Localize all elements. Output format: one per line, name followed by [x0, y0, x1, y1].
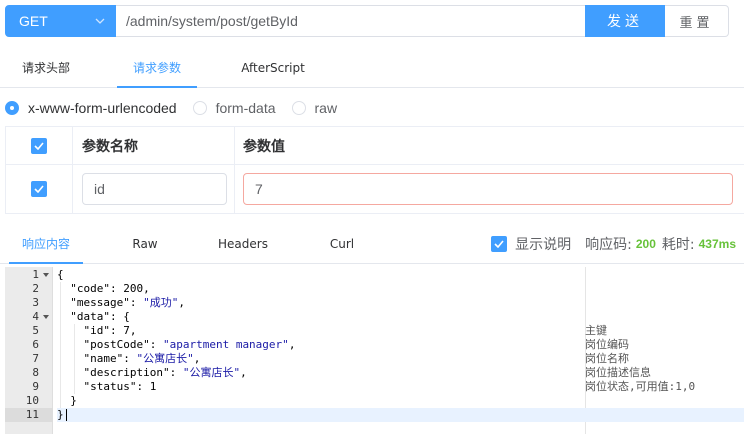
content-type-group: x-www-form-urlencoded form-data raw [5, 98, 353, 118]
params-table-header: 参数名称 参数值 [6, 127, 744, 165]
response-meta: 显示说明 响应码: 200 耗时: 437ms [491, 226, 742, 262]
tab-response-content[interactable]: 响应内容 [9, 226, 83, 264]
code-line: "name": "公寓店长", [57, 352, 201, 365]
tab-headers[interactable]: Headers [210, 226, 276, 264]
table-row: id 7 [6, 165, 744, 213]
radio-label: x-www-form-urlencoded [28, 100, 177, 116]
request-bar: GET /admin/system/post/getById 发送 重置 [5, 5, 729, 37]
gutter-line: 10 [25, 394, 39, 407]
row-checkbox-cell [6, 165, 73, 213]
url-input[interactable]: /admin/system/post/getById [116, 5, 585, 37]
reset-button[interactable]: 重置 [665, 5, 729, 37]
tab-afterscript[interactable]: AfterScript [233, 50, 313, 88]
url-value: /admin/system/post/getById [126, 13, 298, 29]
gutter-line: 1 [5, 268, 53, 282]
gutter-line: 3 [32, 296, 39, 309]
response-editor[interactable]: 1 2 3 4 5 6 7 8 9 10 11 { "code": 200, "… [5, 267, 744, 434]
tab-raw[interactable]: Raw [120, 226, 170, 264]
gutter-line: 8 [32, 366, 39, 379]
field-comment: 岗位编码 [585, 338, 629, 351]
param-value-input[interactable]: 7 [243, 173, 733, 205]
radio-form-data[interactable]: form-data [192, 100, 276, 116]
radio-urlencoded[interactable]: x-www-form-urlencoded [5, 100, 177, 116]
method-value: GET [19, 13, 48, 29]
code-line: "code": 200, [57, 282, 150, 295]
radio-label: form-data [215, 100, 276, 116]
status-code-value: 200 [635, 237, 656, 251]
chevron-down-icon [95, 18, 105, 24]
elapsed-time-value: 437ms [698, 237, 736, 251]
param-name-input[interactable]: id [82, 173, 227, 205]
request-tabs: 请求头部 请求参数 AfterScript [0, 50, 744, 88]
code-line: "id": 7, [57, 324, 137, 337]
code-line-active: } [57, 408, 744, 422]
field-comment: 主键 [585, 324, 607, 337]
elapsed-time-label: 耗时: [661, 237, 695, 253]
radio-raw[interactable]: raw [291, 100, 338, 116]
param-value-cell: 7 [235, 165, 744, 213]
code-line: "message": "成功", [57, 296, 185, 309]
code-line: } [57, 394, 77, 407]
params-table: 参数名称 参数值 id 7 [5, 126, 744, 214]
field-comment: 岗位状态,可用值:1,0 [585, 380, 696, 393]
radio-dot-icon [291, 101, 306, 115]
gutter-line: 9 [32, 380, 39, 393]
param-name-cell: id [73, 165, 235, 213]
gutter-line: 2 [32, 282, 39, 295]
gutter-line-active: 11 [5, 408, 53, 422]
row-checkbox[interactable] [31, 181, 47, 197]
fold-arrow-icon[interactable] [43, 273, 49, 277]
gutter-line: 5 [32, 324, 39, 337]
radio-label: raw [314, 100, 338, 116]
check-icon [34, 141, 44, 150]
column-header-name: 参数名称 [73, 127, 235, 164]
code-line: "postCode": "apartment manager", [57, 338, 296, 351]
gutter-line: 7 [32, 352, 39, 365]
tab-request-params[interactable]: 请求参数 [117, 50, 197, 88]
show-description-checkbox[interactable] [491, 236, 508, 252]
send-button[interactable]: 发送 [585, 5, 665, 37]
tab-request-headers[interactable]: 请求头部 [9, 50, 83, 88]
show-description-label: 显示说明 [515, 237, 572, 253]
gutter-line: 6 [32, 338, 39, 351]
field-comment: 岗位描述信息 [585, 366, 651, 379]
check-icon [494, 240, 504, 248]
select-all-cell [6, 127, 73, 164]
method-select[interactable]: GET [5, 5, 116, 37]
gutter-line: 4 [5, 310, 53, 324]
fold-arrow-icon[interactable] [43, 315, 49, 319]
radio-dot-icon [192, 101, 207, 115]
radio-dot-icon [5, 101, 19, 115]
check-icon [34, 185, 44, 193]
text-cursor [65, 409, 67, 421]
code-line: "data": { [57, 310, 130, 323]
column-header-value: 参数值 [243, 138, 285, 155]
status-code-label: 响应码: [585, 237, 632, 253]
select-all-checkbox[interactable] [31, 137, 47, 154]
code-line: { [57, 268, 64, 281]
tab-curl[interactable]: Curl [320, 226, 364, 264]
field-comment: 岗位名称 [585, 352, 629, 365]
